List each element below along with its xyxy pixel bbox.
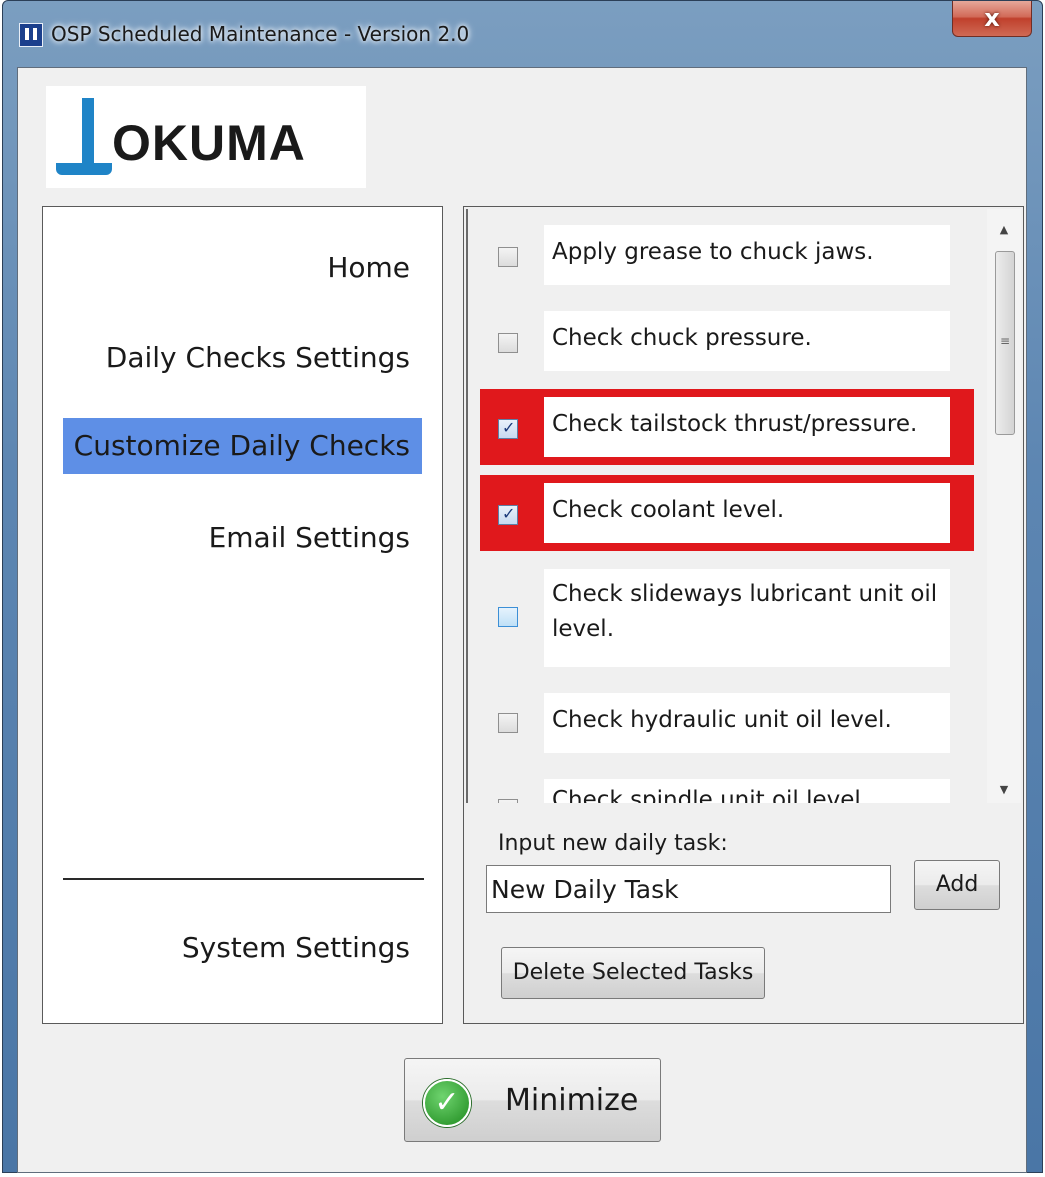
task-checkbox[interactable] xyxy=(498,607,518,627)
task-checkbox[interactable] xyxy=(498,333,518,353)
task-label: Apply grease to chuck jaws. xyxy=(544,225,950,285)
new-task-input[interactable] xyxy=(486,865,891,913)
title-bar[interactable]: OSP Scheduled Maintenance - Version 2.0 … xyxy=(3,1,1042,67)
task-checkbox[interactable] xyxy=(498,713,518,733)
nav-item-customize-daily-checks[interactable]: Customize Daily Checks xyxy=(63,418,422,474)
list-item[interactable]: Apply grease to chuck jaws. xyxy=(468,225,984,285)
nav-item-system-settings[interactable]: System Settings xyxy=(182,931,410,964)
vertical-scrollbar[interactable]: ▲ ≡ ▼ xyxy=(987,209,1021,803)
list-item[interactable]: Check tailstock thrust/pressure. xyxy=(468,389,984,465)
task-label: Check spindle unit oil level xyxy=(544,779,950,803)
task-checkbox-checked[interactable] xyxy=(498,418,518,439)
list-item[interactable]: Check hydraulic unit oil level. xyxy=(468,693,984,753)
task-label: Check coolant level. xyxy=(544,483,950,543)
nav-item-daily-checks-settings[interactable]: Daily Checks Settings xyxy=(106,341,410,374)
logo-mark-icon xyxy=(82,98,94,170)
new-task-label: Input new daily task: xyxy=(498,831,728,856)
checkmark-icon: ✓ xyxy=(423,1079,471,1127)
task-label: Check chuck pressure. xyxy=(544,311,950,371)
task-label: Check hydraulic unit oil level. xyxy=(544,693,950,753)
task-checkbox[interactable] xyxy=(498,799,518,803)
close-button[interactable]: x xyxy=(952,1,1032,37)
nav-divider xyxy=(63,878,424,880)
scroll-thumb[interactable]: ≡ xyxy=(995,251,1015,435)
grip-icon: ≡ xyxy=(1000,334,1011,348)
nav-item-home[interactable]: Home xyxy=(327,251,410,284)
task-checkbox-checked[interactable] xyxy=(498,504,518,525)
minimize-label: Minimize xyxy=(505,1083,639,1118)
navigation-panel: Home Daily Checks Settings Customize Dai… xyxy=(42,206,443,1024)
list-item[interactable]: Check chuck pressure. xyxy=(468,311,984,371)
task-label: Check tailstock thrust/pressure. xyxy=(544,397,950,457)
list-item[interactable]: Check spindle unit oil level xyxy=(468,779,984,803)
scroll-down-icon[interactable]: ▼ xyxy=(987,775,1021,805)
list-item[interactable]: Check coolant level. xyxy=(468,475,984,551)
task-label: Check slideways lubricant unit oil level… xyxy=(544,569,950,667)
logo-mark-base xyxy=(56,163,112,175)
delete-selected-tasks-button[interactable]: Delete Selected Tasks xyxy=(501,947,765,999)
add-task-button[interactable]: Add xyxy=(914,860,1000,910)
app-icon xyxy=(19,23,43,47)
task-checkbox[interactable] xyxy=(498,247,518,267)
logo-text: OKUMA xyxy=(112,115,306,171)
nav-item-email-settings[interactable]: Email Settings xyxy=(209,521,410,554)
task-list[interactable]: Apply grease to chuck jaws. Check chuck … xyxy=(466,209,984,803)
window-title: OSP Scheduled Maintenance - Version 2.0 xyxy=(51,22,470,46)
scroll-up-icon[interactable]: ▲ xyxy=(987,215,1021,245)
list-item[interactable]: Check slideways lubricant unit oil level… xyxy=(468,569,984,667)
minimize-button[interactable]: ✓ Minimize xyxy=(404,1058,661,1142)
daily-tasks-panel: Apply grease to chuck jaws. Check chuck … xyxy=(463,206,1024,1024)
okuma-logo: OKUMA xyxy=(46,86,366,188)
